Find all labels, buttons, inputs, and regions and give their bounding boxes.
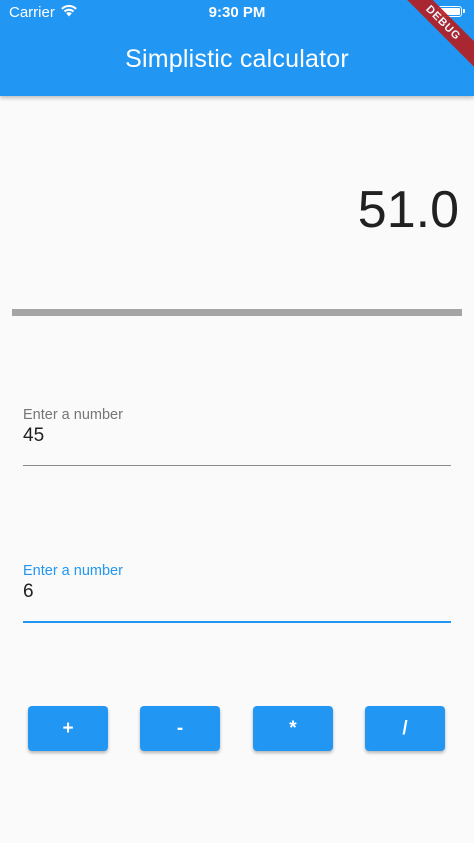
app-bar: Carrier 9:30 PM Simplistic calculator — [0, 0, 474, 96]
second-number-underline — [23, 621, 451, 623]
first-number-label: Enter a number — [23, 407, 123, 423]
first-number-field[interactable]: Enter a number — [23, 407, 451, 469]
result-display: 51.0 — [357, 181, 459, 239]
second-number-field[interactable]: Enter a number — [23, 563, 451, 625]
page-title: Simplistic calculator — [125, 45, 349, 73]
divide-button[interactable]: / — [365, 706, 445, 751]
subtract-button[interactable]: - — [140, 706, 220, 751]
battery-icon — [438, 6, 465, 17]
add-button[interactable]: + — [28, 706, 108, 751]
multiply-button[interactable]: * — [253, 706, 333, 751]
first-number-underline — [23, 465, 451, 466]
status-time: 9:30 PM — [208, 4, 266, 21]
first-number-input[interactable] — [23, 425, 451, 447]
second-number-input[interactable] — [23, 581, 451, 603]
result-divider — [12, 309, 462, 316]
second-number-label: Enter a number — [23, 563, 123, 579]
